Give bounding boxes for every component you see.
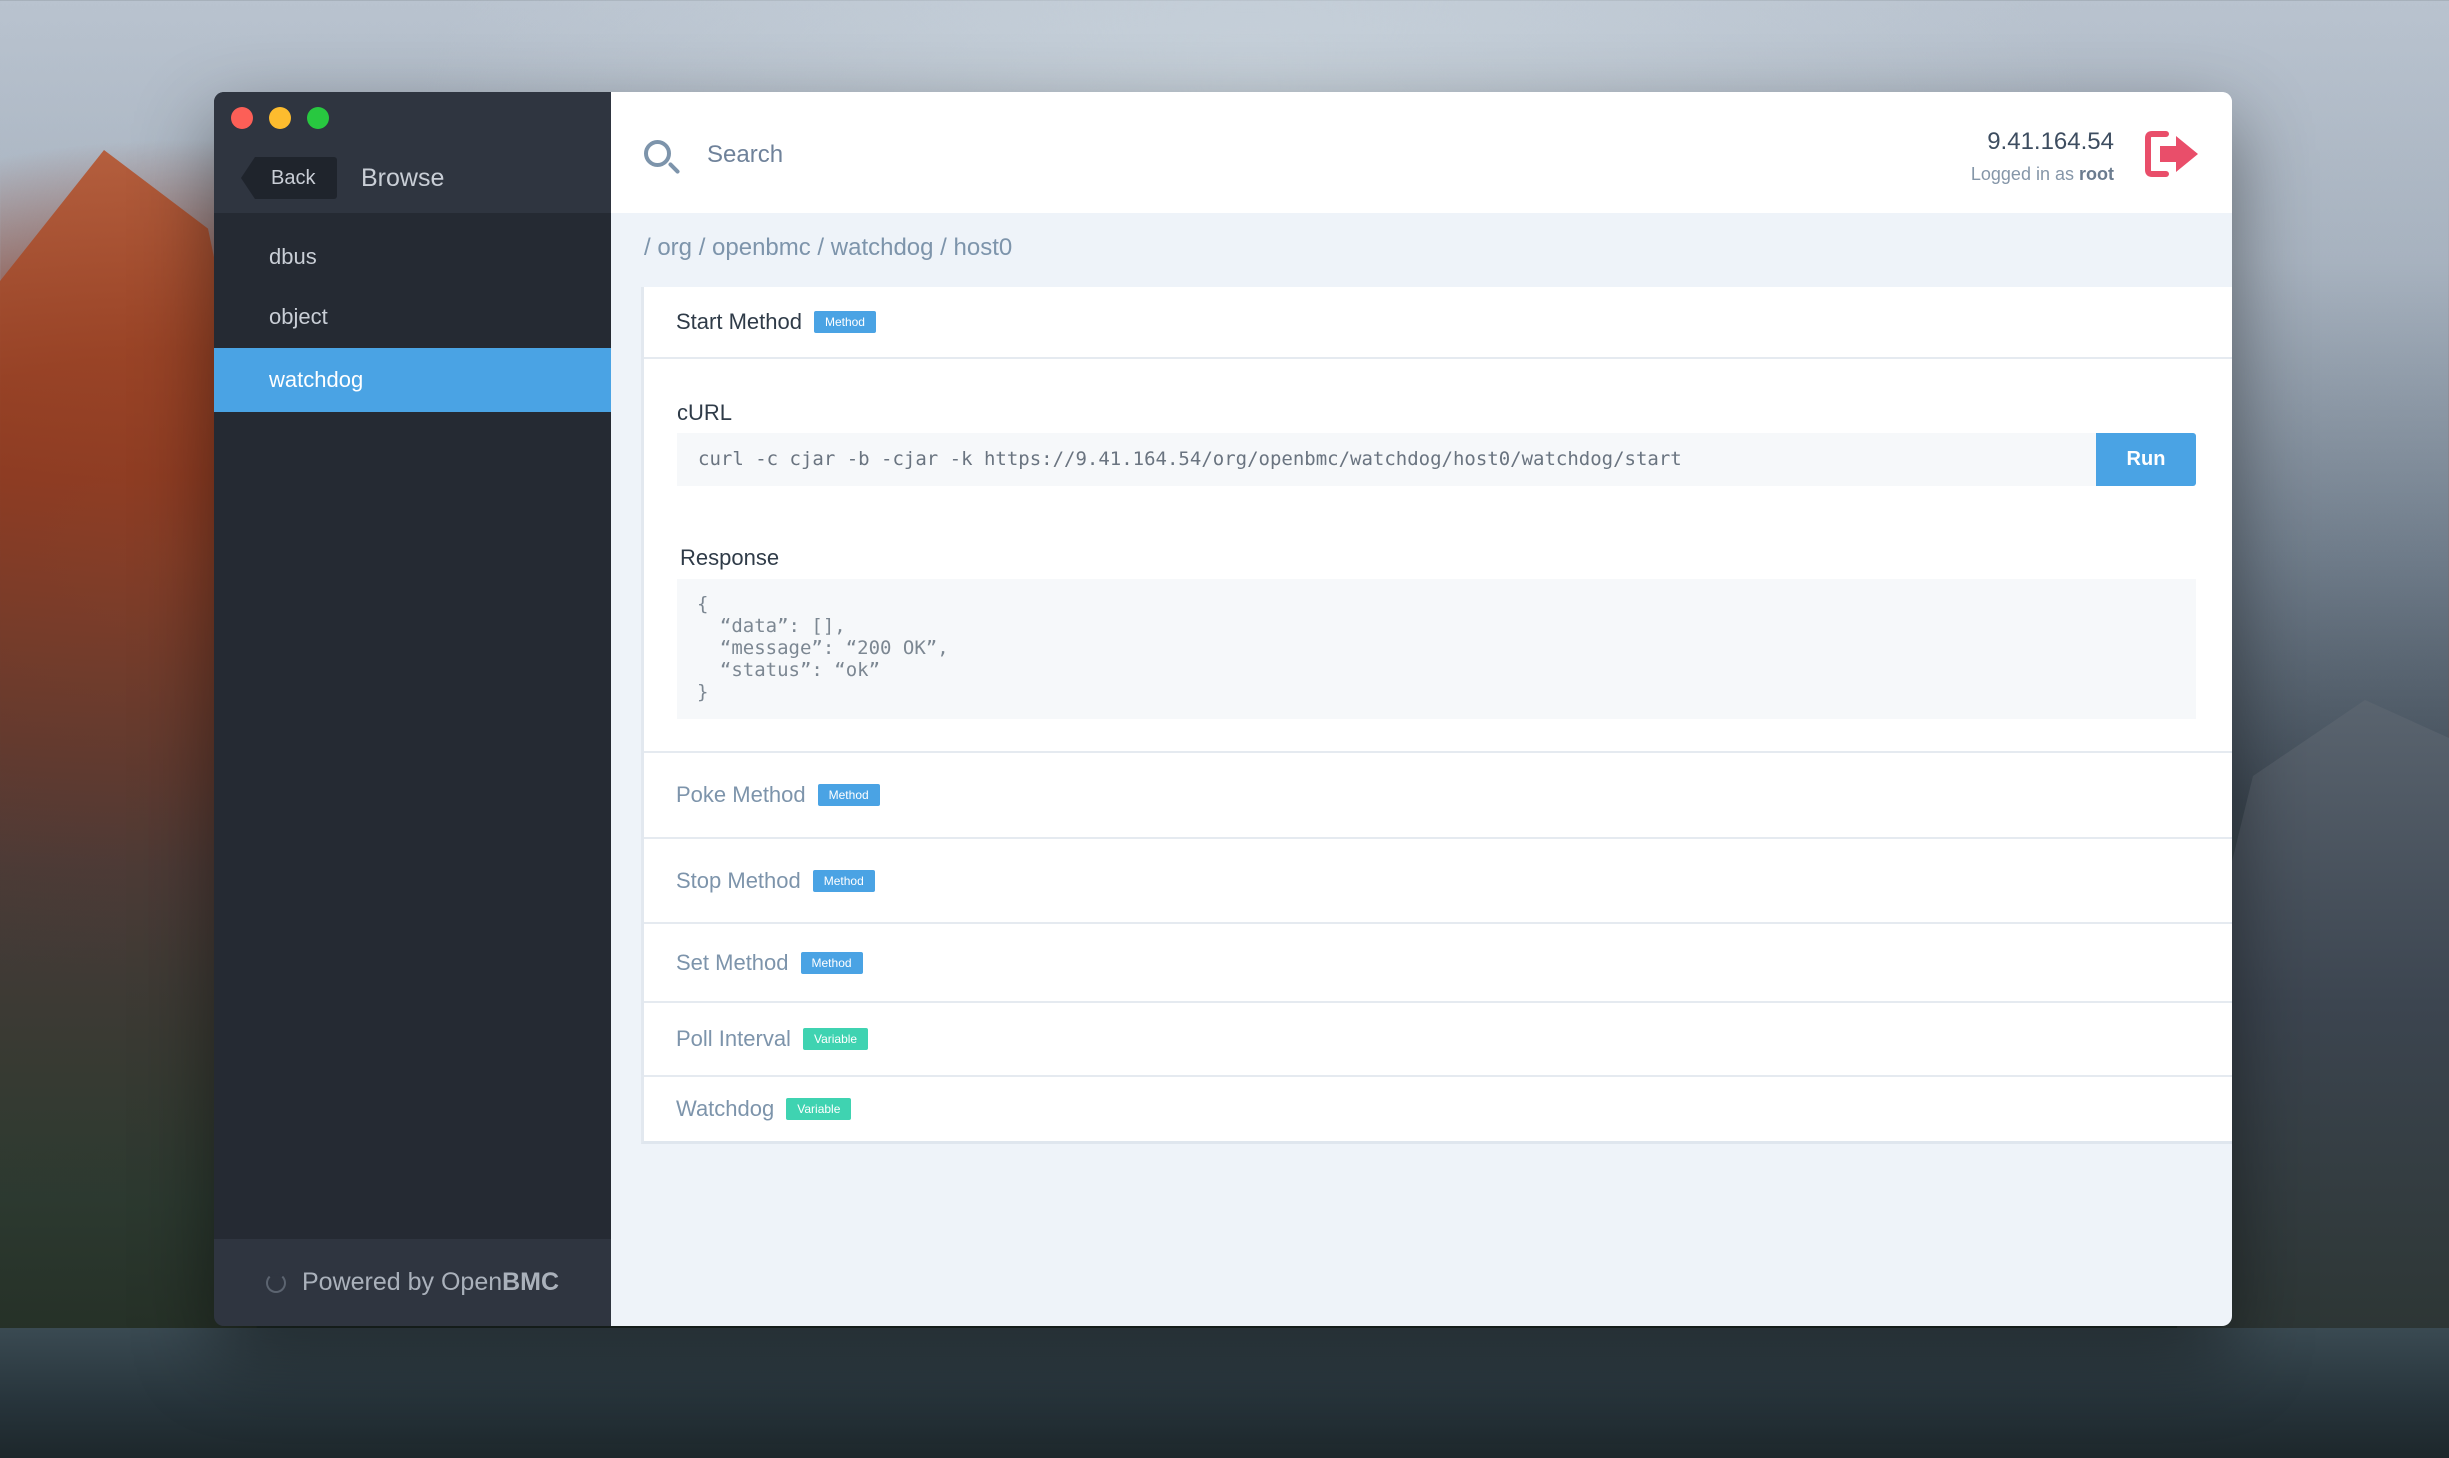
methods-panel: Start Method Method cURL curl -c cjar -b…	[641, 287, 2232, 1144]
start-method-header[interactable]: Start Method Method	[644, 287, 2232, 359]
back-button[interactable]: Back	[241, 157, 338, 199]
host-ip: 9.41.164.54	[1987, 128, 2114, 155]
maximize-window-button[interactable]	[307, 107, 329, 129]
run-button[interactable]: Run	[2096, 433, 2196, 486]
variable-badge: Variable	[802, 1028, 869, 1050]
host-info: 9.41.164.54 Logged in as root	[1971, 128, 2114, 185]
top-bar: 9.41.164.54 Logged in as root	[611, 92, 2232, 213]
method-badge: Method	[812, 869, 875, 892]
method-title: Start Method	[676, 309, 802, 334]
variable-badge: Variable	[786, 1098, 852, 1120]
window-controls	[231, 107, 329, 129]
logged-in-status: Logged in as root	[1971, 164, 2114, 185]
watchdog-row[interactable]: Watchdog Variable	[644, 1075, 2232, 1141]
curl-command-field[interactable]: curl -c cjar -b -cjar -k https://9.41.16…	[677, 433, 2097, 486]
sidebar-item-object[interactable]: object	[214, 286, 611, 348]
row-title: Stop Method	[676, 867, 801, 893]
footer-prefix: Powered by Open	[302, 1268, 503, 1296]
logout-icon[interactable]	[2144, 130, 2202, 178]
poke-method-row[interactable]: Poke Method Method	[644, 751, 2232, 837]
logged-in-prefix: Logged in as	[1970, 164, 2074, 184]
spinner-icon	[266, 1272, 286, 1293]
sidebar-nav: dbus object watchdog	[214, 228, 611, 412]
poll-interval-row[interactable]: Poll Interval Variable	[644, 1001, 2232, 1075]
logged-in-user: root	[2079, 164, 2114, 184]
row-title: Set Method	[676, 949, 789, 975]
row-title: Poll Interval	[676, 1026, 791, 1051]
row-title: Watchdog	[676, 1096, 775, 1121]
breadcrumb: / org / openbmc / watchdog / host0	[644, 234, 1013, 261]
main-content: 9.41.164.54 Logged in as root / org / op…	[611, 92, 2232, 1326]
response-body: { “data”: [], “message”: “200 OK”, “stat…	[677, 579, 2196, 719]
sidebar-header: Back Browse	[214, 92, 611, 213]
background-ground	[0, 1328, 2449, 1458]
footer-brand: BMC	[502, 1268, 560, 1296]
curl-label: cURL	[677, 400, 733, 425]
response-label: Response	[680, 545, 780, 570]
sidebar-footer: Powered by Open BMC	[214, 1239, 611, 1326]
sidebar-item-watchdog[interactable]: watchdog	[214, 348, 611, 412]
method-badge: Method	[817, 784, 880, 806]
stop-method-row[interactable]: Stop Method Method	[644, 837, 2232, 922]
app-window: Back Browse dbus object watchdog Powered…	[214, 92, 2232, 1326]
method-badge: Method	[800, 951, 863, 974]
sidebar-title: Browse	[361, 164, 445, 192]
close-window-button[interactable]	[231, 107, 253, 129]
method-badge: Method	[813, 311, 876, 333]
search-icon[interactable]	[644, 140, 671, 167]
set-method-row[interactable]: Set Method Method	[644, 922, 2232, 1001]
minimize-window-button[interactable]	[269, 107, 291, 129]
search-input[interactable]	[707, 135, 1407, 175]
row-title: Poke Method	[676, 782, 806, 807]
sidebar-item-dbus[interactable]: dbus	[214, 228, 611, 286]
sidebar: Back Browse dbus object watchdog Powered…	[214, 92, 611, 1326]
